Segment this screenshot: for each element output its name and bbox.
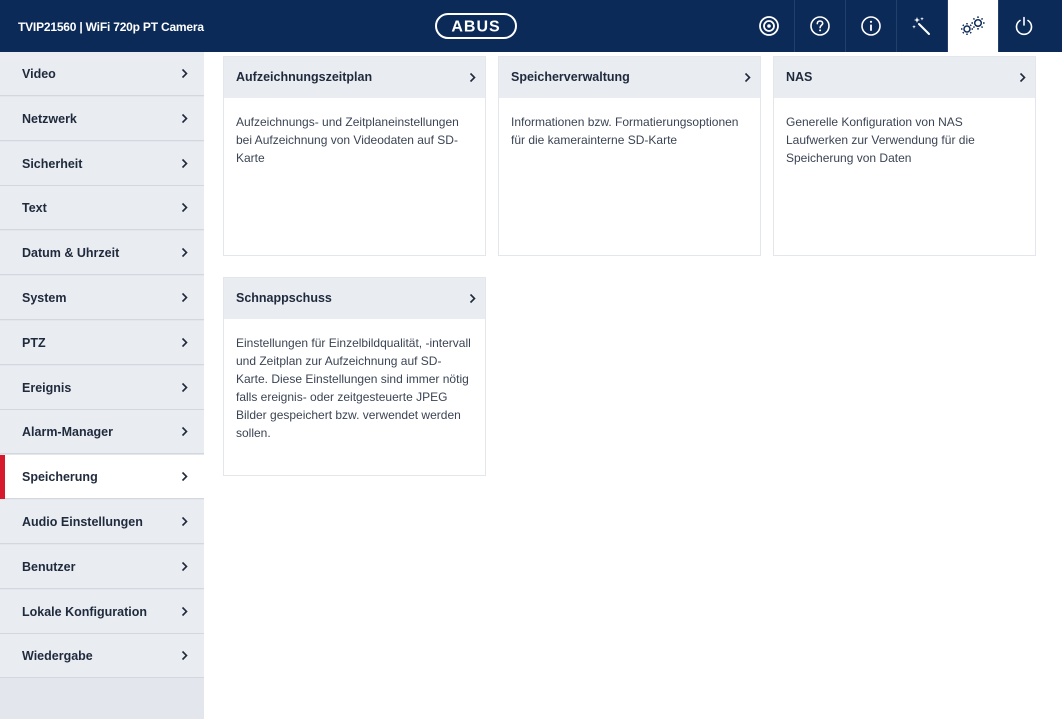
card-description: Informationen bzw. Formatierungsoptionen… <box>511 115 739 147</box>
sidebar-item-label: Sicherheit <box>22 157 83 171</box>
sidebar-item-ereignis[interactable]: Ereignis <box>0 366 204 410</box>
sidebar-item-netzwerk[interactable]: Netzwerk <box>0 97 204 141</box>
card-description: Einstellungen für Einzelbildqualität, -i… <box>236 336 471 440</box>
sidebar-item-wiedergabe[interactable]: Wiedergabe <box>0 634 204 678</box>
card-description: Generelle Konfiguration von NAS Laufwerk… <box>786 115 975 165</box>
sidebar-item-lokale-konfiguration[interactable]: Lokale Konfiguration <box>0 590 204 634</box>
sidebar-item-label: Lokale Konfiguration <box>22 605 147 619</box>
chevron-right-icon <box>181 606 188 617</box>
abus-logo-icon: ABUS <box>451 19 500 35</box>
header-toolbar <box>743 0 1049 52</box>
chevron-right-icon <box>181 158 188 169</box>
sidebar-item-label: Video <box>22 67 56 81</box>
help-button[interactable] <box>794 0 845 52</box>
chevron-right-icon <box>181 471 188 482</box>
card-aufzeichnungszeitplan: Aufzeichnungszeitplan Aufzeichnungs- und… <box>223 56 486 256</box>
chevron-right-icon <box>469 293 476 304</box>
sidebar-item-speicherung[interactable]: Speicherung <box>0 455 204 499</box>
sidebar-item-video[interactable]: Video <box>0 52 204 96</box>
settings-icon <box>961 16 985 35</box>
sidebar-item-system[interactable]: System <box>0 276 204 320</box>
card-title: NAS <box>786 70 813 84</box>
wizard-button[interactable] <box>896 0 947 52</box>
power-icon <box>1015 16 1033 36</box>
sidebar-item-alarm-manager[interactable]: Alarm-Manager <box>0 410 204 454</box>
top-bar: TVIP21560 | WiFi 720p PT Camera ABUS <box>0 0 1062 52</box>
chevron-right-icon <box>469 72 476 83</box>
chevron-right-icon <box>181 650 188 661</box>
card-speicherverwaltung: Speicherverwaltung Informationen bzw. Fo… <box>498 56 761 256</box>
card-nas: NAS Generelle Konfiguration von NAS Lauf… <box>773 56 1036 256</box>
sidebar-item-label: Datum & Uhrzeit <box>22 246 120 260</box>
chevron-right-icon <box>181 516 188 527</box>
sidebar-item-label: Text <box>22 201 47 215</box>
sidebar-item-ptz[interactable]: PTZ <box>0 321 204 365</box>
sidebar-item-datum-und-uhrzeit[interactable]: Datum & Uhrzeit <box>0 231 204 275</box>
sidebar-item-text[interactable]: Text <box>0 186 204 230</box>
sidebar-item-label: Audio Einstellungen <box>22 515 143 529</box>
info-icon <box>861 16 881 36</box>
chevron-right-icon <box>181 561 188 572</box>
card-title: Schnappschuss <box>236 291 332 305</box>
card-header-aufzeichnungszeitplan[interactable]: Aufzeichnungszeitplan <box>224 57 485 98</box>
sidebar-item-label: Wiedergabe <box>22 649 93 663</box>
sidebar-item-label: Alarm-Manager <box>22 425 113 439</box>
abus-logo-text: ABUS <box>451 19 500 35</box>
card-title: Speicherverwaltung <box>511 70 630 84</box>
card-header-nas[interactable]: NAS <box>774 57 1035 98</box>
chevron-right-icon <box>744 72 751 83</box>
card-title: Aufzeichnungszeitplan <box>236 70 373 84</box>
wizard-icon <box>912 17 930 35</box>
chevron-right-icon <box>181 113 188 124</box>
sidebar-item-audio-einstellungen[interactable]: Audio Einstellungen <box>0 500 204 544</box>
chevron-right-icon <box>181 202 188 213</box>
sidebar-item-sicherheit[interactable]: Sicherheit <box>0 142 204 186</box>
live-view-icon <box>758 16 779 36</box>
chevron-right-icon <box>181 247 188 258</box>
logout-button[interactable] <box>998 0 1049 52</box>
live-view-button[interactable] <box>743 0 794 52</box>
card-header-speicherverwaltung[interactable]: Speicherverwaltung <box>499 57 760 98</box>
settings-button[interactable] <box>947 0 998 52</box>
help-icon <box>810 16 830 36</box>
info-button[interactable] <box>845 0 896 52</box>
sidebar-item-label: PTZ <box>22 336 46 350</box>
abus-logo: ABUS <box>435 13 517 39</box>
sidebar-item-label: Ereignis <box>22 381 72 395</box>
device-title: TVIP21560 | WiFi 720p PT Camera <box>18 20 204 34</box>
chevron-right-icon <box>181 382 188 393</box>
chevron-right-icon <box>181 292 188 303</box>
sidebar-item-label: Netzwerk <box>22 112 77 126</box>
sidebar-item-label: System <box>22 291 67 305</box>
chevron-right-icon <box>181 68 188 79</box>
settings-sidebar: Video Netzwerk Sicherheit Text Datum & Uhrze… <box>0 52 204 719</box>
chevron-right-icon <box>1019 72 1026 83</box>
sidebar-item-benutzer[interactable]: Benutzer <box>0 545 204 589</box>
card-header-schnappschuss[interactable]: Schnappschuss <box>224 278 485 319</box>
sidebar-item-label: Benutzer <box>22 560 76 574</box>
card-description: Aufzeichnungs- und Zeitplaneinstellungen… <box>236 115 459 165</box>
card-schnappschuss: Schnappschuss Einstellungen für Einzelbi… <box>223 277 486 476</box>
chevron-right-icon <box>181 426 188 437</box>
chevron-right-icon <box>181 337 188 348</box>
sidebar-item-label: Speicherung <box>22 470 98 484</box>
